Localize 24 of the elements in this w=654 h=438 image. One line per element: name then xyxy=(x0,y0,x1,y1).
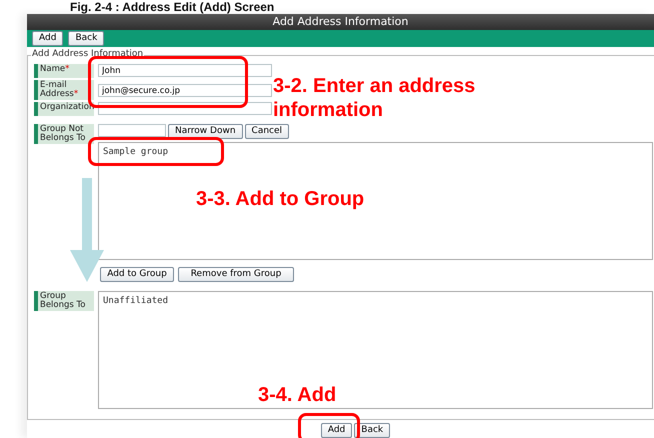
annotation-text: 3-3. Add to Group xyxy=(196,187,364,211)
cancel-button[interactable]: Cancel xyxy=(244,124,290,139)
arrow-icon xyxy=(70,178,104,282)
annotation-text: 3-4. Add xyxy=(258,383,336,407)
add-button[interactable]: Add xyxy=(320,423,352,438)
highlight-frame xyxy=(298,413,360,438)
field-label: Group Belongs To xyxy=(34,291,94,311)
add-to-group-button[interactable]: Add to Group xyxy=(100,267,174,282)
search-field[interactable] xyxy=(98,124,166,137)
list-item[interactable]: Unaffiliated xyxy=(103,296,648,306)
field-label: Name* xyxy=(34,64,94,78)
annotation-text: 3-2. Enter an address information xyxy=(273,74,476,122)
back-button[interactable]: Back xyxy=(68,31,104,46)
window-title: Add Address Information xyxy=(27,14,654,30)
add-button[interactable]: Add xyxy=(32,31,64,46)
remove-from-group-button[interactable]: Remove from Group xyxy=(178,267,294,282)
caption: Fig. 2-4 : Address Edit (Add) Screen xyxy=(69,0,276,14)
field-label: Group Not Belongs To xyxy=(34,124,94,144)
field-label: E-mail Address* xyxy=(34,80,94,100)
back-button[interactable]: Back xyxy=(354,423,390,438)
field-label: Organization xyxy=(34,102,94,116)
list-item[interactable]: Sample group xyxy=(103,147,648,157)
narrow-down-button[interactable]: Narrow Down xyxy=(168,124,243,139)
input-field[interactable]: john@secure.co.jp xyxy=(98,84,272,97)
